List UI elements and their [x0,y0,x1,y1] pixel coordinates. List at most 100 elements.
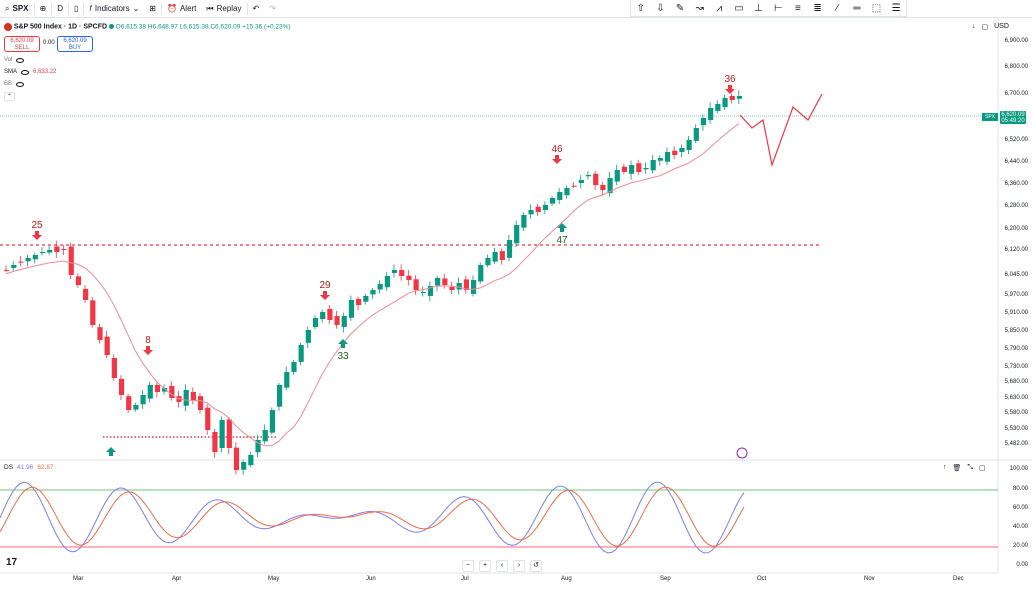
eye-icon[interactable] [16,81,25,87]
signal-marker[interactable]: 46 [551,144,563,164]
eye-icon[interactable] [16,57,25,63]
collapse-icon[interactable]: ⤡ [967,464,973,472]
ds-value-d: 62.87 [37,464,54,471]
candle-body [485,258,491,266]
reset-button[interactable]: ↺ [530,560,542,572]
scroll-left-button[interactable]: ‹ [496,560,508,572]
chevron-up-icon: ⌃ [7,94,13,100]
candle-body [348,300,355,318]
candle-body [4,269,10,271]
tradingview-logo[interactable]: 17 [6,557,17,568]
zoom-out-button[interactable]: − [462,560,474,572]
signal-marker[interactable]: 36 [724,74,736,94]
buy-price: 6,620.09 [63,38,87,44]
candle-body [262,430,268,442]
time-tick-label: Oct [757,576,767,582]
candle-body [700,118,707,126]
candle-body [621,166,628,172]
candle-body [90,300,96,325]
candle-body [68,246,74,275]
candle-body [312,318,319,328]
price-tick-label: 6,120.00 [1004,247,1028,253]
currency-label[interactable]: USD [994,23,1009,31]
candle-body [499,251,505,260]
indicator-vol[interactable]: Vol [4,57,25,63]
candle-body [248,455,254,466]
signal-marker-label: 29 [319,280,331,291]
signal-marker-label: 8 [145,335,151,346]
candle-body [97,327,103,340]
candle-body [118,378,125,395]
candle-body [205,407,211,430]
candle-body [32,255,38,260]
candle-body [492,252,498,262]
candle-body [291,362,297,372]
scroll-right-button[interactable]: › [513,560,525,572]
candle-body [83,288,89,300]
candle-body [277,385,283,407]
candle-body [514,225,520,244]
signal-marker[interactable]: 8 [143,335,153,355]
collapse-legend-button[interactable]: ⌃ [4,92,16,101]
arrow-up-icon[interactable]: ↑ [943,464,947,472]
candle-body [377,284,383,290]
candle-body [708,108,714,121]
candle-body [399,269,405,276]
price-tick-label: 5,580.00 [1004,410,1028,416]
trash-icon[interactable]: 🗑 [953,464,962,472]
price-tick-label: 6,360.00 [1004,181,1028,187]
sell-price: 6,620.09 [10,38,34,44]
candle-body [693,128,699,141]
candle-body [406,275,412,280]
candle-body [25,258,31,262]
candle-body [564,188,570,196]
ds-tick-label: 100.00 [1009,466,1028,472]
indicator-bb[interactable]: BB [4,81,25,87]
price-tick-label: 6,700.00 [1004,91,1028,97]
candle-body [327,308,333,320]
signal-marker[interactable]: 33 [337,339,349,362]
arrow-down-icon[interactable]: ↓ [972,23,976,31]
price-tick-label: 5,482.00 [1004,441,1028,447]
time-tick-label: Jun [366,576,376,582]
arrow-down-icon [320,291,330,300]
zoom-in-button[interactable]: + [479,560,491,572]
candle-body [643,168,649,170]
candle-body [363,296,369,302]
price-tick-label: 5,970.00 [1004,292,1028,298]
maximize-icon[interactable]: ▢ [982,23,989,31]
signal-marker-label: 46 [551,144,563,155]
candle-body [341,316,347,327]
signal-marker[interactable]: 29 [319,280,331,300]
candle-body [506,240,513,258]
signal-marker[interactable]: 25 [31,220,43,240]
maximize-icon[interactable]: ▢ [979,464,986,472]
ds-value-k: 41.96 [17,464,34,471]
candle-body [54,246,60,252]
spx-price-tag: SPX [982,113,998,121]
arrow-up-icon [557,223,567,232]
price-tick-label: 5,850.00 [1004,328,1028,334]
price-tick-label: 5,680.00 [1004,379,1028,385]
sell-button[interactable]: 6,620.09 SELL [4,36,40,52]
candle-body [521,215,527,228]
legend-ohlc: O6,615.38 H6,648.97 L6,615.38 C6,620.09 … [115,23,291,31]
candle-body [729,95,735,100]
ds-pane-controls: ↑ 🗑 ⤡ ▢ [943,464,986,472]
candle-body [241,462,247,470]
candle-body [442,278,448,285]
price-tick-label: 6,200.00 [1004,226,1028,232]
time-tick-label: Apr [172,576,182,582]
eye-icon[interactable] [21,69,30,75]
price-tick-label: 6,280.00 [1004,203,1028,209]
candle-body [320,312,326,319]
time-tick-label: Mar [73,576,84,582]
buy-button[interactable]: 6,620.09 BUY [57,36,93,52]
indicator-sma[interactable]: SMA 6,633.22 [4,69,56,75]
last-price-tag: 6,620.09 05:49:20 [1000,111,1026,124]
candle-body [269,410,276,433]
chart-canvas[interactable]: 25 8 29 33 46 47 36 [0,0,1032,593]
candle-body [226,419,232,448]
symbol-legend: S&P 500 Index · 1D · SPCFD O6,615.38 H6,… [4,23,291,31]
arrow-up-icon [338,339,348,348]
